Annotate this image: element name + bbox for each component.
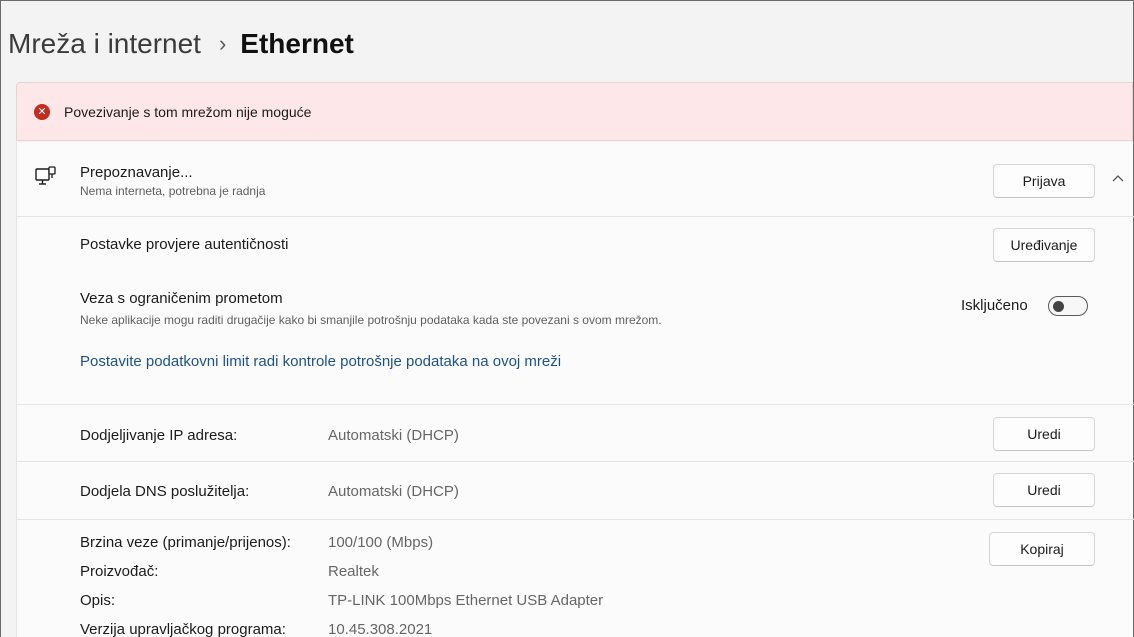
property-value: Realtek [328,563,379,580]
edit-dns-button[interactable]: Uredi [993,473,1095,507]
breadcrumb-parent[interactable]: Mreža i internet [8,28,201,60]
property-label: Brzina veze (primanje/prijenos): [80,534,291,551]
page-title: Ethernet [240,28,354,59]
metered-connection-description: Neke aplikacije mogu raditi drugačije ka… [80,313,662,327]
metered-toggle-label: Isključeno [961,297,1028,314]
property-label: Proizvođač: [80,563,159,580]
ip-assignment-value: Automatski (DHCP) [328,427,459,444]
property-value: 10.45.308.2021 [328,621,433,637]
dns-assignment-value: Automatski (DHCP) [328,483,459,500]
error-banner: ✕ Povezivanje s tom mrežom nije moguće [16,82,1133,141]
data-limit-link[interactable]: Postavite podatkovni limit radi kontrole… [80,353,561,370]
connection-substatus: Nema interneta, potrebna je radnja [80,184,266,198]
auth-settings-label: Postavke provjere autentičnosti [80,236,289,253]
ip-assignment-label: Dodjeljivanje IP adresa: [80,427,238,444]
ethernet-icon [35,166,56,185]
edit-ip-button[interactable]: Uredi [993,417,1095,451]
divider [17,519,1134,520]
divider [17,404,1134,405]
property-value: TP-LINK 100Mbps Ethernet USB Adapter [328,592,604,609]
divider [17,216,1134,217]
breadcrumb-separator: › [218,31,227,56]
property-label: Verzija upravljačkog programa: [80,621,286,637]
property-label: Opis: [80,592,116,609]
edit-auth-button[interactable]: Uređivanje [993,228,1095,262]
error-icon: ✕ [34,103,50,120]
divider [17,461,1134,462]
dns-assignment-label: Dodjela DNS poslužitelja: [80,483,250,500]
metered-connection-title: Veza s ograničenim prometom [80,290,283,307]
chevron-up-icon[interactable] [1111,174,1125,184]
connection-status: Prepoznavanje... [80,164,193,181]
metered-toggle[interactable] [1048,296,1088,316]
property-value: 100/100 (Mbps) [328,534,434,551]
breadcrumb: Mreža i internet › Ethernet [8,22,354,66]
sign-in-button[interactable]: Prijava [993,164,1095,198]
toggle-knob [1053,301,1064,312]
ethernet-settings-card: Prepoznavanje... Nema interneta, potrebn… [16,142,1134,637]
error-message: Povezivanje s tom mrežom nije moguće [64,103,312,120]
copy-button[interactable]: Kopiraj [989,532,1095,566]
